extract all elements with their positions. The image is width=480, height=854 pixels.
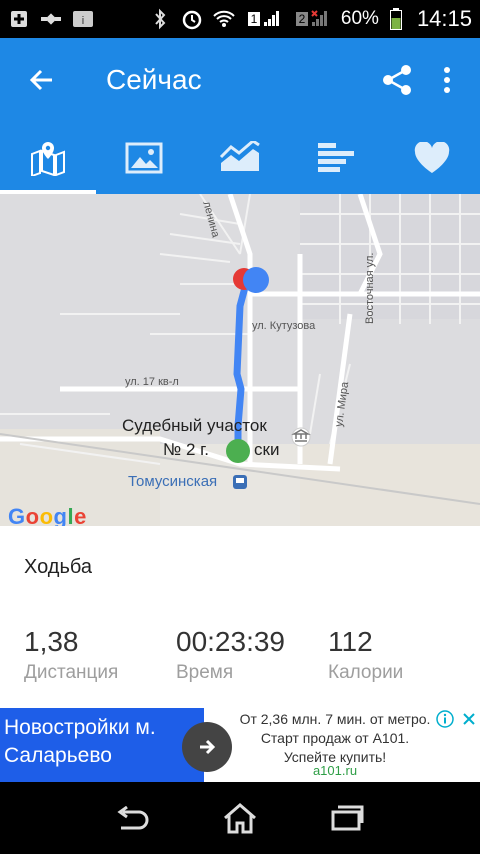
calories-stat: 112 Калории — [328, 626, 403, 684]
app-bar: Сейчас — [0, 38, 480, 122]
back-nav-icon — [117, 806, 149, 830]
tab-charts[interactable] — [192, 122, 288, 194]
tab-map[interactable] — [0, 122, 96, 194]
distance-value: 1,38 — [24, 626, 79, 657]
bluetooth-icon — [149, 8, 171, 30]
notification-icon: i — [72, 8, 94, 30]
current-location-marker — [243, 267, 269, 293]
plus-icon — [8, 8, 30, 30]
back-button[interactable] — [12, 50, 72, 110]
ad-headline-line2: Саларьево — [4, 744, 112, 767]
distance-label: Дистанция — [24, 662, 119, 683]
heart-icon — [414, 142, 450, 173]
sim2-signal-icon: 2 — [293, 8, 331, 30]
status-bar: i 1 2 60% 14:15 — [0, 0, 480, 38]
svg-text:i: i — [82, 15, 84, 27]
ad-headline-line1: Новостройки м. — [4, 716, 156, 739]
street-label-17kvl: ул. 17 кв-л — [125, 376, 179, 388]
time-stat: 00:23:39 Время — [176, 626, 285, 684]
street-label-vostochnaya: Восточная ул. — [364, 252, 376, 324]
ad-open-button[interactable] — [182, 722, 232, 772]
distance-stat: 1,38 Дистанция — [24, 626, 118, 684]
more-options-button[interactable] — [422, 50, 472, 110]
wifi-icon — [213, 8, 235, 30]
time-value: 00:23:39 — [176, 626, 285, 657]
home-icon — [224, 803, 256, 834]
alarm-icon — [181, 8, 203, 30]
system-nav-bar — [0, 782, 480, 854]
calories-label: Калории — [328, 662, 404, 683]
sim1-label: 1 — [247, 12, 261, 26]
tab-heart-rate[interactable] — [384, 122, 480, 194]
route-map[interactable]: ленина Восточная ул. ул. Кутузова ул. 17… — [0, 194, 480, 526]
arrow-back-icon — [29, 69, 52, 91]
tab-bar — [0, 122, 480, 194]
ad-info-button[interactable] — [434, 708, 456, 730]
more-vert-icon — [444, 67, 450, 93]
tab-laps[interactable] — [288, 122, 384, 194]
recents-icon — [331, 805, 364, 831]
nav-recents-button[interactable] — [317, 788, 377, 848]
google-logo: Google — [8, 504, 87, 526]
activity-type: Ходьба — [24, 556, 93, 578]
map-icon — [31, 142, 65, 176]
arrow-forward-icon — [200, 739, 216, 755]
station-label: Томусинская — [128, 473, 218, 490]
clock: 14:15 — [416, 6, 472, 31]
chart-icon — [219, 141, 260, 171]
ad-close-button[interactable] — [458, 708, 480, 730]
map-background — [0, 194, 480, 526]
street-label-kutuzova: ул. Кутузова — [252, 320, 316, 332]
nav-back-button[interactable] — [103, 788, 163, 848]
ad-headline[interactable]: Новостройки м. Саларьево — [0, 708, 204, 782]
ad-body: От 2,36 млн. 7 мин. от метро. Старт прод… — [239, 711, 431, 765]
share-button[interactable] — [372, 50, 422, 110]
battery-icon — [389, 8, 403, 30]
close-icon — [463, 713, 475, 725]
poi-label-line2-b: ски — [254, 440, 280, 459]
calories-value: 112 — [328, 626, 373, 657]
workout-summary: Ходьба 1,38 Дистанция 00:23:39 Время 112… — [0, 526, 480, 708]
start-marker — [226, 439, 250, 463]
ad-domain[interactable]: a101.ru — [238, 763, 432, 778]
page-title: Сейчас — [106, 64, 202, 95]
time-label: Время — [176, 662, 234, 683]
sim1-signal-icon: 1 — [245, 8, 283, 30]
nav-home-button[interactable] — [210, 788, 270, 848]
ad-banner[interactable]: Новостройки м. Саларьево От 2,36 млн. 7 … — [0, 708, 480, 782]
share-icon — [383, 65, 411, 95]
tab-photos[interactable] — [96, 122, 192, 194]
sim2-label: 2 — [295, 12, 309, 26]
image-icon — [125, 142, 163, 174]
satellite-icon — [40, 8, 62, 30]
battery-percent: 60% — [340, 8, 379, 29]
poi-label-line1: Судебный участок — [122, 416, 267, 435]
bar-list-icon — [318, 143, 354, 172]
info-icon — [436, 710, 454, 728]
poi-label-line2-a: № 2 г. — [163, 440, 209, 459]
